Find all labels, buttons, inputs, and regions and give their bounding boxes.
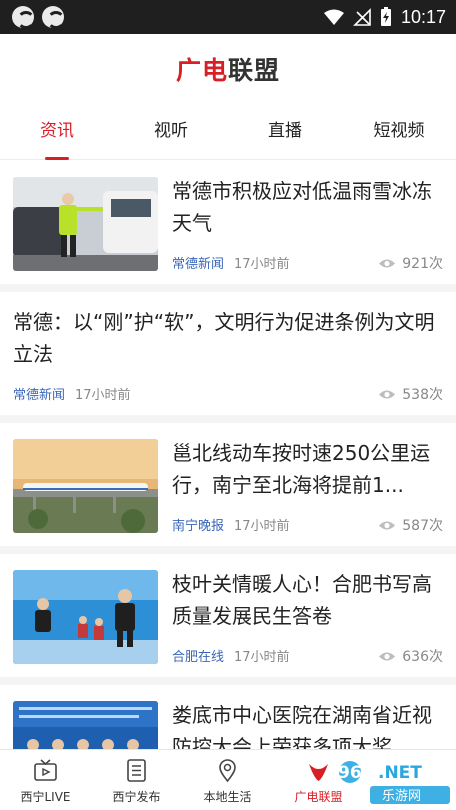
watermark-logo: 962 .NET 乐游网 — [338, 761, 450, 804]
location-pin-icon — [219, 759, 236, 783]
news-time: 17小时前 — [75, 388, 131, 403]
news-title: 娄底市中心医院在湖南省近视防控大会上荣获多项大奖 — [172, 703, 432, 749]
news-source: 常德新闻 — [13, 388, 66, 403]
view-count: 538次 — [402, 387, 443, 403]
nav-label: 本地生活 — [203, 790, 252, 804]
news-source: 合肥在线 — [172, 650, 225, 665]
svg-text:.NET: .NET — [378, 763, 422, 783]
news-title: 常德：以“刚”护“软”，文明行为促进条例为文明立法 — [13, 310, 435, 366]
nav-xining-publish[interactable]: 西宁发布 — [91, 750, 182, 810]
news-item[interactable]: 枝叶关情暖人心！合肥书写高质量发展民生答卷 合肥在线 17小时前 636次 — [0, 554, 456, 685]
news-title: 枝叶关情暖人心！合肥书写高质量发展民生答卷 — [172, 572, 432, 628]
news-title: 常德市积极应对低温雨雪冰冻天气 — [172, 179, 432, 235]
news-thumbnail — [13, 570, 158, 664]
status-bar: 10:17 — [0, 0, 456, 34]
news-time: 17小时前 — [234, 650, 290, 665]
news-time: 17小时前 — [234, 257, 290, 272]
news-thumbnail — [13, 701, 158, 749]
news-item[interactable]: 娄底市中心医院在湖南省近视防控大会上荣获多项大奖 — [0, 685, 456, 749]
news-thumbnail — [13, 177, 158, 271]
notification-app-icon — [42, 6, 65, 29]
tab-news[interactable]: 资讯 — [0, 104, 114, 160]
tab-live[interactable]: 直播 — [228, 104, 342, 160]
clock: 10:17 — [400, 6, 446, 27]
news-feed[interactable]: 常德市积极应对低温雨雪冰冻天气 常德新闻 17小时前 921次 常德：以“刚”护… — [0, 161, 456, 749]
news-title: 邕北线动车按时速250公里运行，南宁至北海将提前1... — [172, 441, 431, 497]
tv-icon — [34, 759, 57, 781]
tab-audiovisual[interactable]: 视听 — [114, 104, 228, 160]
svg-text:962: 962 — [338, 763, 374, 783]
wifi-icon — [323, 9, 344, 25]
eye-icon — [379, 259, 396, 267]
eye-icon — [379, 521, 396, 529]
news-item[interactable]: 常德市积极应对低温雨雪冰冻天气 常德新闻 17小时前 921次 — [0, 161, 456, 292]
document-icon — [127, 759, 146, 782]
news-time: 17小时前 — [234, 519, 290, 534]
news-source: 常德新闻 — [172, 257, 225, 272]
eye-icon — [379, 652, 396, 660]
no-signal-icon — [353, 8, 371, 26]
category-tabs: 资讯 视听 直播 短视频 — [0, 104, 456, 160]
eye-icon — [379, 390, 396, 398]
svg-text:乐游网: 乐游网 — [382, 789, 421, 804]
notification-app-icon — [12, 6, 35, 29]
nav-local-life[interactable]: 本地生活 — [182, 750, 273, 810]
news-source: 南宁晚报 — [172, 519, 225, 534]
app-header: 广电联盟 — [0, 34, 456, 104]
view-count: 636次 — [402, 649, 443, 665]
nav-xining-live[interactable]: 西宁LIVE — [0, 750, 91, 810]
news-item[interactable]: 常德：以“刚”护“软”，文明行为促进条例为文明立法 常德新闻 17小时前 538… — [0, 292, 456, 423]
nav-label: 西宁LIVE — [20, 790, 71, 804]
battery-charging-icon — [380, 7, 391, 26]
app-logo: 广电联盟 — [175, 56, 281, 85]
news-item[interactable]: 邕北线动车按时速250公里运行，南宁至北海将提前1... 南宁晚报 17小时前 … — [0, 423, 456, 554]
view-count: 921次 — [402, 256, 443, 272]
nav-label: 西宁发布 — [112, 790, 161, 804]
news-thumbnail — [13, 439, 158, 533]
view-count: 587次 — [402, 518, 443, 534]
tab-short-video[interactable]: 短视频 — [342, 104, 456, 160]
